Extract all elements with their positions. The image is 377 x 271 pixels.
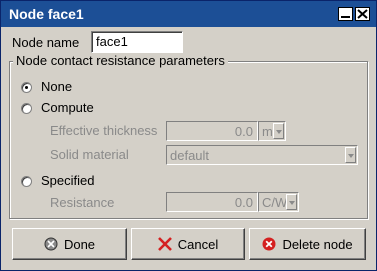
chevron-down-icon[interactable]: [286, 194, 297, 210]
radio-compute[interactable]: [21, 103, 32, 114]
resistance-unit-select[interactable]: C/W: [258, 192, 299, 212]
effective-thickness-label: Effective thickness: [50, 123, 158, 138]
chevron-down-icon[interactable]: [273, 123, 284, 139]
resistance-unit-value: C/W: [262, 195, 288, 210]
done-label: Done: [63, 236, 96, 252]
resistance-value: 0.0: [234, 195, 253, 210]
cancel-label: Cancel: [177, 236, 219, 252]
resistance-field[interactable]: 0.0: [166, 192, 258, 212]
title-bar[interactable]: Node face1: [1, 1, 376, 27]
effective-thickness-field[interactable]: 0.0: [166, 121, 258, 141]
window-title: Node face1: [9, 6, 84, 22]
done-icon: [44, 237, 58, 251]
delete-icon: [262, 237, 276, 251]
resistance-label: Resistance: [50, 195, 115, 210]
cancel-icon: [157, 237, 172, 251]
close-icon[interactable]: [355, 7, 370, 21]
thickness-unit-value: m: [262, 124, 273, 139]
radio-none[interactable]: [21, 82, 32, 93]
solid-material-label: Solid material: [50, 147, 129, 162]
done-button[interactable]: Done: [12, 228, 127, 260]
effective-thickness-value: 0.0: [234, 124, 253, 139]
cancel-button[interactable]: Cancel: [131, 228, 245, 260]
group-title: Node contact resistance parameters: [13, 53, 228, 68]
radio-none-label: None: [41, 79, 73, 94]
radio-compute-label: Compute: [41, 100, 94, 115]
radio-specified[interactable]: [21, 176, 32, 187]
solid-material-value: default: [170, 148, 210, 163]
node-dialog: Node face1 Node name face1 Node contact …: [0, 0, 377, 271]
node-name-label: Node name: [12, 35, 80, 50]
radio-specified-label: Specified: [41, 173, 95, 188]
node-name-input[interactable]: face1: [91, 31, 183, 53]
chevron-down-icon[interactable]: [345, 147, 356, 163]
solid-material-select[interactable]: default: [166, 145, 358, 165]
delete-label: Delete node: [282, 236, 353, 252]
delete-node-button[interactable]: Delete node: [249, 228, 366, 260]
minimize-icon[interactable]: [338, 7, 353, 21]
thickness-unit-select[interactable]: m: [258, 121, 286, 141]
node-name-value: face1: [96, 34, 128, 49]
